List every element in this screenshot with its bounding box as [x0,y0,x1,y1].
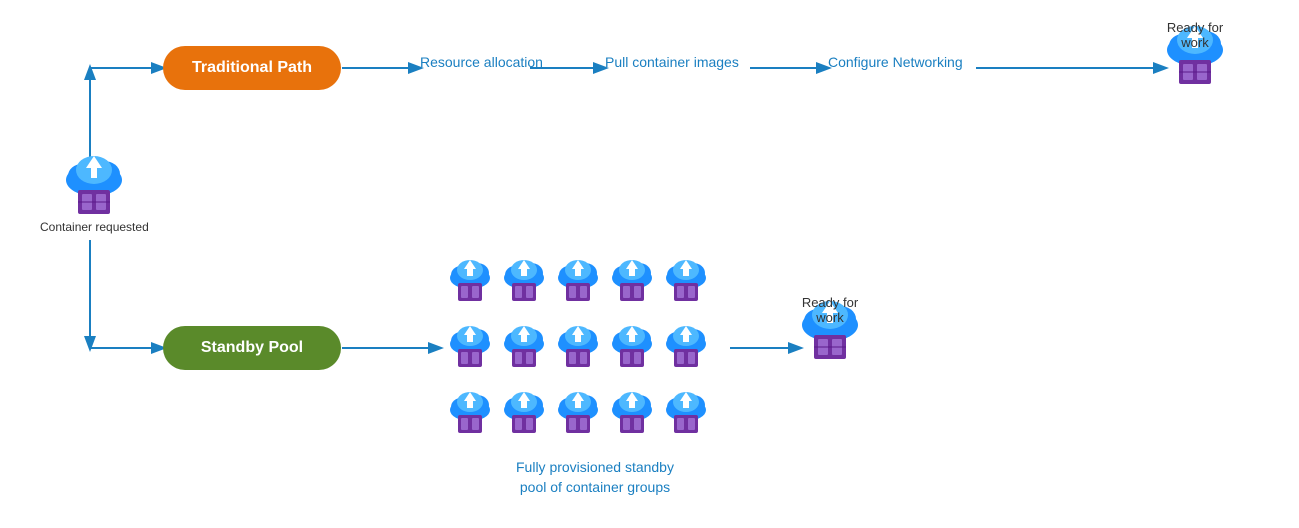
box-bottom [812,333,848,361]
configure-networking-label: Configure Networking [828,54,963,70]
traditional-path-pill[interactable]: Traditional Path [163,46,341,90]
diagram: Container requested Traditional Path Res… [0,0,1299,528]
ready-for-work-top-label: Ready for work [1165,20,1225,50]
pool-grid [445,256,711,448]
container-box-icon [76,188,112,216]
standby-pool-pill[interactable]: Standby Pool [163,326,341,370]
pool-icon-10 [661,322,711,382]
pull-container-images-label: Pull container images [605,54,739,70]
pool-icon-15 [661,388,711,448]
pool-icon-6 [445,322,495,382]
box-top [1177,58,1213,86]
container-requested-icon: Container requested [40,150,149,236]
ready-for-work-bottom-icon: Ready for work [800,295,860,361]
pool-icon-7 [499,322,549,382]
pool-icon-12 [499,388,549,448]
pool-icon-13 [553,388,603,448]
ready-for-work-bottom-label: Ready for work [800,295,860,325]
pool-icon-11 [445,388,495,448]
pool-caption: Fully provisioned standbypool of contain… [455,458,735,497]
container-requested-label: Container requested [40,220,149,236]
pool-icon-5 [661,256,711,316]
pool-icon-3 [553,256,603,316]
pool-icon-9 [607,322,657,382]
pool-icon-2 [499,256,549,316]
pool-icon-1 [445,256,495,316]
pool-icon-4 [607,256,657,316]
pool-icon-14 [607,388,657,448]
ready-for-work-top-icon: Ready for work [1165,20,1225,86]
resource-allocation-label: Resource allocation [420,54,543,70]
pool-icon-8 [553,322,603,382]
